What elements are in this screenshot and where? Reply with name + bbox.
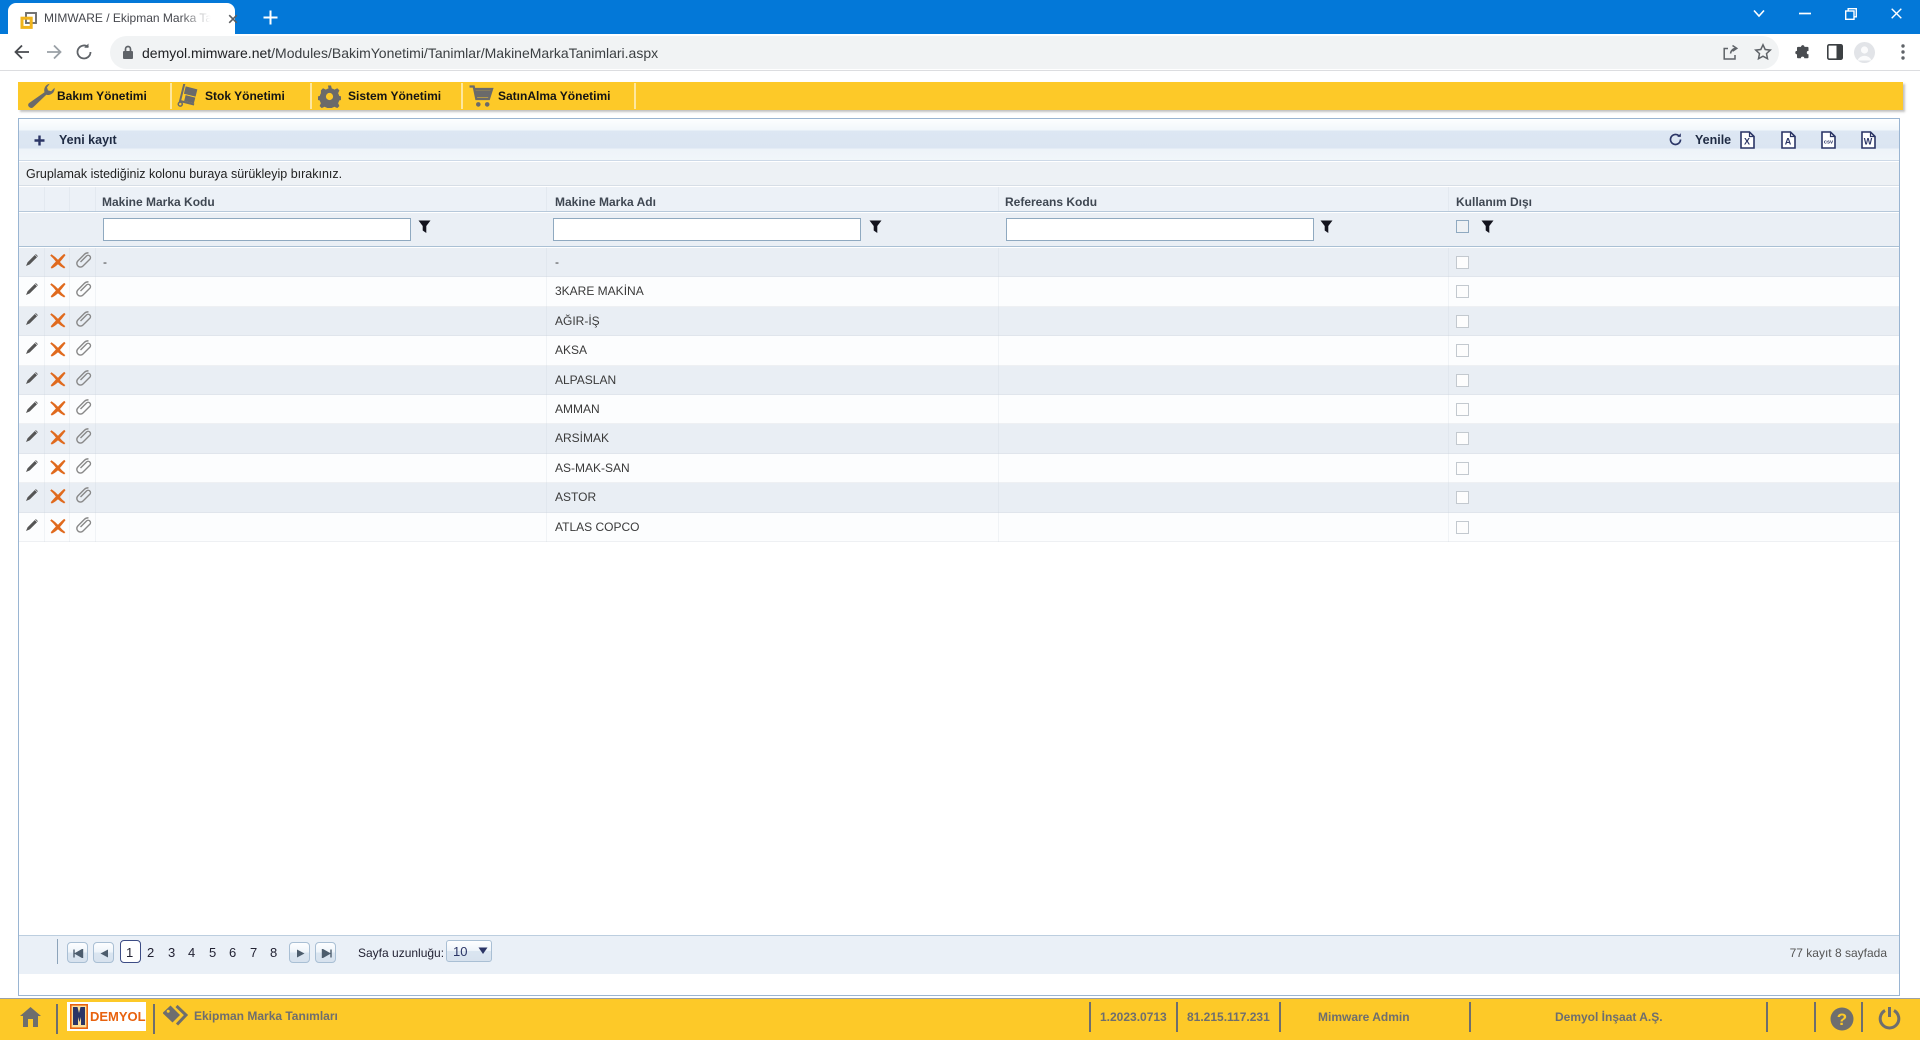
svg-text:W: W: [1864, 137, 1873, 147]
svg-text:A: A: [1785, 137, 1792, 147]
svg-text:?: ?: [1837, 1010, 1847, 1029]
svg-text:csv: csv: [1824, 140, 1834, 146]
svg-text:X: X: [1744, 137, 1750, 147]
